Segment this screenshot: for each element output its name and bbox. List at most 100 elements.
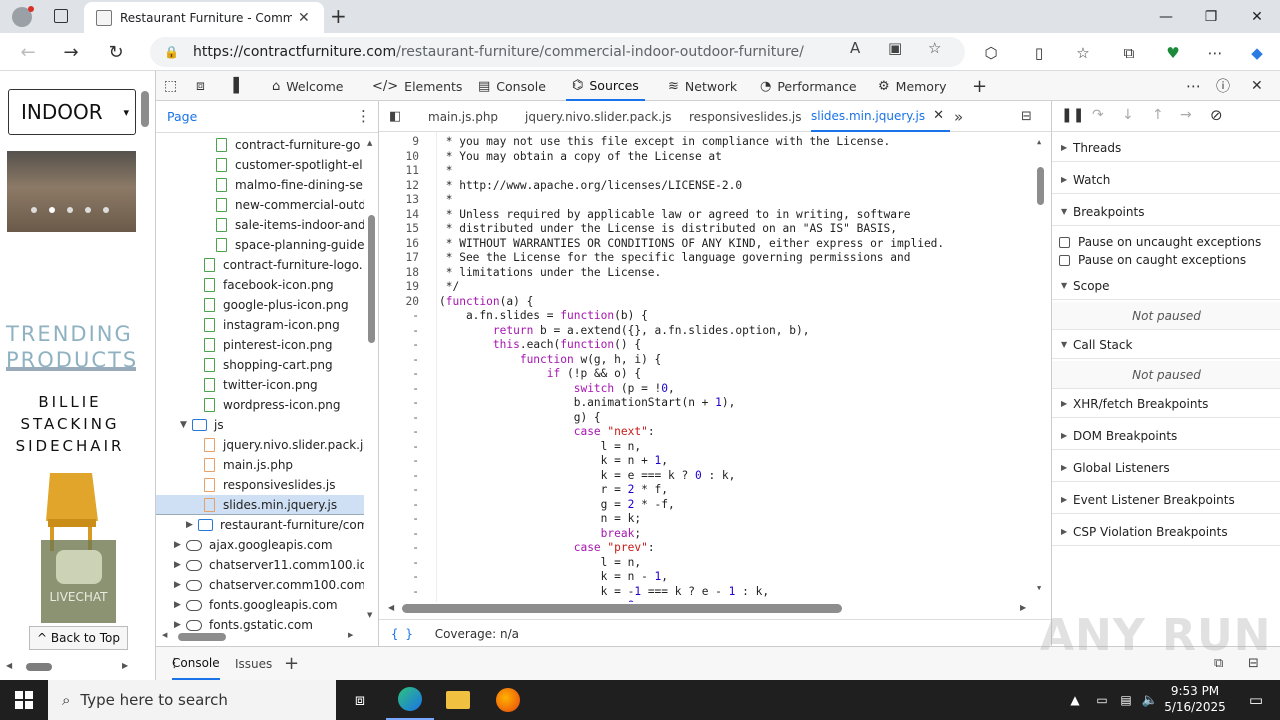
pretty-print-icon[interactable]: { }: [391, 627, 413, 641]
expand-arrow-icon[interactable]: ▶: [174, 620, 186, 630]
expand-arrow-icon[interactable]: ▶: [174, 540, 186, 550]
line-number[interactable]: -: [379, 469, 419, 484]
line-number[interactable]: -: [379, 556, 419, 571]
more-tabs-icon[interactable]: »: [954, 101, 963, 132]
pause-uncaught-checkbox[interactable]: Pause on uncaught exceptions: [1059, 233, 1279, 251]
tree-item-file[interactable]: sale-items-indoor-and: [156, 215, 364, 235]
pause-icon[interactable]: ❚❚: [1061, 107, 1084, 123]
scroll-right-icon[interactable]: ▶: [348, 631, 353, 639]
refresh-button[interactable]: ↻: [102, 39, 130, 65]
pause-caught-checkbox[interactable]: Pause on caught exceptions: [1059, 251, 1279, 269]
line-number[interactable]: 20: [379, 295, 419, 310]
back-to-top-button[interactable]: ^ Back to Top: [29, 626, 128, 650]
tree-item-file[interactable]: instagram-icon.png: [156, 315, 364, 335]
scroll-left-icon[interactable]: ◀: [388, 603, 394, 612]
tab-welcome[interactable]: ⌂ Welcome: [272, 71, 343, 101]
more-tools-icon[interactable]: +: [972, 71, 987, 101]
deactivate-breakpoints-icon[interactable]: ⊘: [1210, 106, 1223, 124]
line-number[interactable]: -: [379, 396, 419, 411]
read-aloud-icon[interactable]: A: [850, 39, 860, 57]
forward-button[interactable]: →: [57, 39, 85, 65]
notifications-icon[interactable]: ▭: [1232, 680, 1280, 720]
tree-item-domain[interactable]: ▶ fonts.googleapis.com: [156, 595, 364, 615]
performance-heart-icon[interactable]: ♥: [1158, 40, 1188, 66]
dock-side-icon[interactable]: ▐: [228, 71, 239, 101]
tree-item-file[interactable]: malmo-fine-dining-se: [156, 175, 364, 195]
line-number[interactable]: 15: [379, 222, 419, 237]
drawer-tab-console[interactable]: Console: [172, 647, 220, 680]
close-tab-icon[interactable]: ✕: [933, 108, 944, 123]
category-select[interactable]: INDOOR ▾: [8, 89, 136, 135]
tab-sources[interactable]: ⌬ Sources: [566, 71, 645, 101]
windows-start-icon[interactable]: [0, 680, 48, 720]
page-horizontal-scrollbar[interactable]: [26, 663, 52, 671]
line-number[interactable]: 9: [379, 135, 419, 150]
line-number[interactable]: -: [379, 440, 419, 455]
copilot-icon[interactable]: ◆: [1242, 40, 1272, 66]
close-window-button[interactable]: ✕: [1234, 0, 1280, 33]
minimize-button[interactable]: —: [1143, 0, 1189, 33]
tab-performance[interactable]: ◔ Performance: [760, 71, 857, 101]
line-number[interactable]: -: [379, 454, 419, 469]
line-number[interactable]: -: [379, 367, 419, 382]
url-text[interactable]: https://contractfurniture.com/restaurant…: [193, 44, 804, 60]
help-icon[interactable]: ⓘ: [1216, 71, 1230, 101]
line-number[interactable]: 17: [379, 251, 419, 266]
tab-network[interactable]: ≋ Network: [668, 71, 737, 101]
tab-elements[interactable]: </> Elements: [372, 71, 462, 101]
close-devtools-icon[interactable]: ✕: [1251, 71, 1263, 101]
tree-item-domain[interactable]: ▶ ajax.googleapis.com: [156, 535, 364, 555]
tree-item-file[interactable]: wordpress-icon.png: [156, 395, 364, 415]
line-number[interactable]: -: [379, 324, 419, 339]
line-number[interactable]: -: [379, 411, 419, 426]
line-number[interactable]: -: [379, 585, 419, 600]
tree-item-file[interactable]: slides.min.jquery.js: [156, 495, 364, 515]
more-menu-icon[interactable]: ⋯: [1200, 40, 1230, 66]
tree-item-domain[interactable]: ▶ fonts.gstatic.com: [156, 615, 364, 635]
section-breakpoints[interactable]: ▼ Breakpoints: [1052, 198, 1280, 226]
expand-arrow-icon[interactable]: ▶: [174, 600, 186, 610]
show-hidden-icons-icon[interactable]: ▲: [1060, 680, 1090, 720]
scroll-up-icon[interactable]: ▲: [1037, 138, 1041, 146]
navigator-horizontal-scrollbar[interactable]: [178, 633, 226, 641]
file-explorer-icon[interactable]: [434, 680, 482, 720]
collapse-arrow-icon[interactable]: ▼: [180, 420, 192, 430]
line-number[interactable]: -: [379, 599, 419, 602]
line-number[interactable]: 18: [379, 266, 419, 281]
tree-item-file[interactable]: twitter-icon.png: [156, 375, 364, 395]
tree-item-folder[interactable]: ▼ js: [156, 415, 364, 435]
tree-item-file[interactable]: pinterest-icon.png: [156, 335, 364, 355]
scroll-left-icon[interactable]: ◀: [162, 631, 167, 639]
expand-arrow-icon[interactable]: ▶: [186, 520, 198, 530]
line-number[interactable]: -: [379, 527, 419, 542]
code-editor[interactable]: 9 * you may not use this file except in …: [379, 132, 1051, 602]
restore-button[interactable]: ❐: [1188, 0, 1234, 33]
tab-memory[interactable]: ⚙ Memory: [878, 71, 947, 101]
tree-item-file[interactable]: new-commercial-outd: [156, 195, 364, 215]
section-xhr-breakpoints[interactable]: ▶ XHR/fetch Breakpoints: [1052, 390, 1280, 418]
device-emulation-icon[interactable]: ⧈: [196, 71, 205, 101]
tree-item-domain[interactable]: ▶ chatserver11.comm100.io: [156, 555, 364, 575]
immersive-reader-icon[interactable]: ▣: [888, 39, 902, 57]
line-number[interactable]: -: [379, 338, 419, 353]
favorites-icon[interactable]: ☆: [1068, 40, 1098, 66]
line-number[interactable]: 13: [379, 193, 419, 208]
scroll-up-icon[interactable]: ▲: [367, 139, 372, 147]
livechat-button[interactable]: LIVECHAT: [41, 540, 116, 623]
editor-tab-responsiveslides[interactable]: responsiveslides.js: [689, 101, 802, 132]
section-dom-breakpoints[interactable]: ▶ DOM Breakpoints: [1052, 422, 1280, 450]
line-number[interactable]: -: [379, 425, 419, 440]
section-event-listener-breakpoints[interactable]: ▶ Event Listener Breakpoints: [1052, 486, 1280, 514]
tree-item-file[interactable]: contract-furniture-go: [156, 135, 364, 155]
line-number[interactable]: 16: [379, 237, 419, 252]
scroll-left-icon[interactable]: ◀: [6, 661, 12, 670]
section-csp-violation-breakpoints[interactable]: ▶ CSP Violation Breakpoints: [1052, 518, 1280, 546]
line-number[interactable]: -: [379, 309, 419, 324]
tree-item-file[interactable]: facebook-icon.png: [156, 275, 364, 295]
tab-console[interactable]: ▤ Console: [478, 71, 546, 101]
tree-item-domain[interactable]: ▶ chatserver.comm100.com: [156, 575, 364, 595]
code-horizontal-scrollbar[interactable]: [402, 604, 842, 613]
step-icon[interactable]: →: [1180, 107, 1192, 123]
toggle-debugger-icon[interactable]: ⊟: [1021, 101, 1032, 132]
line-number[interactable]: 11: [379, 164, 419, 179]
